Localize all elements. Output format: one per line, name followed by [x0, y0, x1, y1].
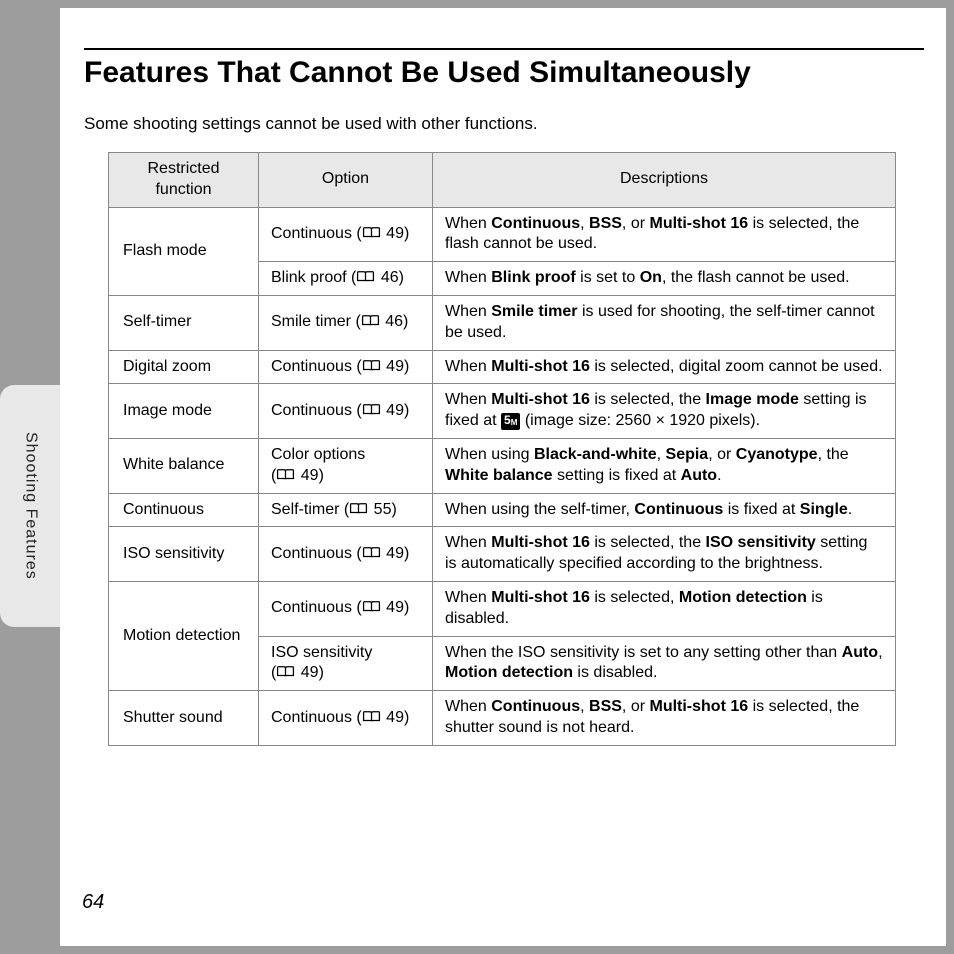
cell-description: When using Black-and-white, Sepia, or Cy…: [433, 438, 896, 493]
table-row: White balanceColor options( 49)When usin…: [109, 438, 896, 493]
page-reference-icon: [361, 314, 380, 327]
cell-description: When using the self-timer, Continuous is…: [433, 493, 896, 527]
page-reference-icon: [349, 502, 368, 515]
cell-option: Continuous ( 49): [259, 527, 433, 582]
page-title: Features That Cannot Be Used Simultaneou…: [84, 56, 924, 90]
header-descriptions: Descriptions: [433, 153, 896, 208]
cell-option: Blink proof ( 46): [259, 262, 433, 296]
cell-restricted-function: Digital zoom: [109, 350, 259, 384]
cell-option: Smile timer ( 46): [259, 295, 433, 350]
cell-description: When Multi-shot 16 is selected, digital …: [433, 350, 896, 384]
page-content: Features That Cannot Be Used Simultaneou…: [84, 48, 924, 746]
cell-restricted-function: ISO sensitivity: [109, 527, 259, 582]
section-side-tab: Shooting Features: [0, 385, 61, 627]
page-reference-icon: [362, 359, 381, 372]
table-row: Digital zoomContinuous ( 49)When Multi-s…: [109, 350, 896, 384]
header-restricted-function: Restricted function: [109, 153, 259, 208]
cell-option: Continuous ( 49): [259, 384, 433, 439]
cell-option: Self-timer ( 55): [259, 493, 433, 527]
restrictions-table: Restricted function Option Descriptions …: [108, 152, 896, 746]
cell-restricted-function: Image mode: [109, 384, 259, 439]
table-row: Image modeContinuous ( 49)When Multi-sho…: [109, 384, 896, 439]
page-reference-icon: [362, 226, 381, 239]
cell-description: When Blink proof is set to On, the flash…: [433, 262, 896, 296]
page-reference-icon: [356, 270, 375, 283]
table-row: Self-timerSmile timer ( 46)When Smile ti…: [109, 295, 896, 350]
cell-restricted-function: Flash mode: [109, 207, 259, 295]
header-option: Option: [259, 153, 433, 208]
cell-restricted-function: White balance: [109, 438, 259, 493]
table-header-row: Restricted function Option Descriptions: [109, 153, 896, 208]
cell-description: When Multi-shot 16 is selected, the ISO …: [433, 527, 896, 582]
page-reference-icon: [276, 468, 295, 481]
page-reference-icon: [362, 600, 381, 613]
side-tab-label: Shooting Features: [22, 432, 40, 580]
table-row: Motion detectionContinuous ( 49)When Mul…: [109, 581, 896, 636]
page-reference-icon: [362, 710, 381, 723]
table-row: ContinuousSelf-timer ( 55)When using the…: [109, 493, 896, 527]
page-reference-icon: [362, 546, 381, 559]
title-rule: [84, 48, 924, 50]
cell-option: Continuous ( 49): [259, 691, 433, 746]
page-reference-icon: [276, 665, 295, 678]
table-row: ISO sensitivityContinuous ( 49)When Mult…: [109, 527, 896, 582]
table-row: Flash modeContinuous ( 49)When Continuou…: [109, 207, 896, 262]
cell-option: Continuous ( 49): [259, 350, 433, 384]
cell-description: When Smile timer is used for shooting, t…: [433, 295, 896, 350]
cell-description: When Multi-shot 16 is selected, Motion d…: [433, 581, 896, 636]
cell-option: ISO sensitivity( 49): [259, 636, 433, 691]
intro-text: Some shooting settings cannot be used wi…: [84, 114, 924, 134]
cell-restricted-function: Self-timer: [109, 295, 259, 350]
table-row: Shutter soundContinuous ( 49)When Contin…: [109, 691, 896, 746]
cell-option: Continuous ( 49): [259, 207, 433, 262]
cell-description: When Multi-shot 16 is selected, the Imag…: [433, 384, 896, 439]
cell-description: When the ISO sensitivity is set to any s…: [433, 636, 896, 691]
page-number: 64: [82, 891, 104, 914]
cell-restricted-function: Shutter sound: [109, 691, 259, 746]
cell-description: When Continuous, BSS, or Multi-shot 16 i…: [433, 207, 896, 262]
image-mode-5m-icon: 5M: [501, 413, 520, 430]
page: Features That Cannot Be Used Simultaneou…: [60, 8, 946, 946]
page-reference-icon: [362, 403, 381, 416]
cell-option: Continuous ( 49): [259, 581, 433, 636]
cell-option: Color options( 49): [259, 438, 433, 493]
cell-description: When Continuous, BSS, or Multi-shot 16 i…: [433, 691, 896, 746]
cell-restricted-function: Motion detection: [109, 581, 259, 690]
cell-restricted-function: Continuous: [109, 493, 259, 527]
